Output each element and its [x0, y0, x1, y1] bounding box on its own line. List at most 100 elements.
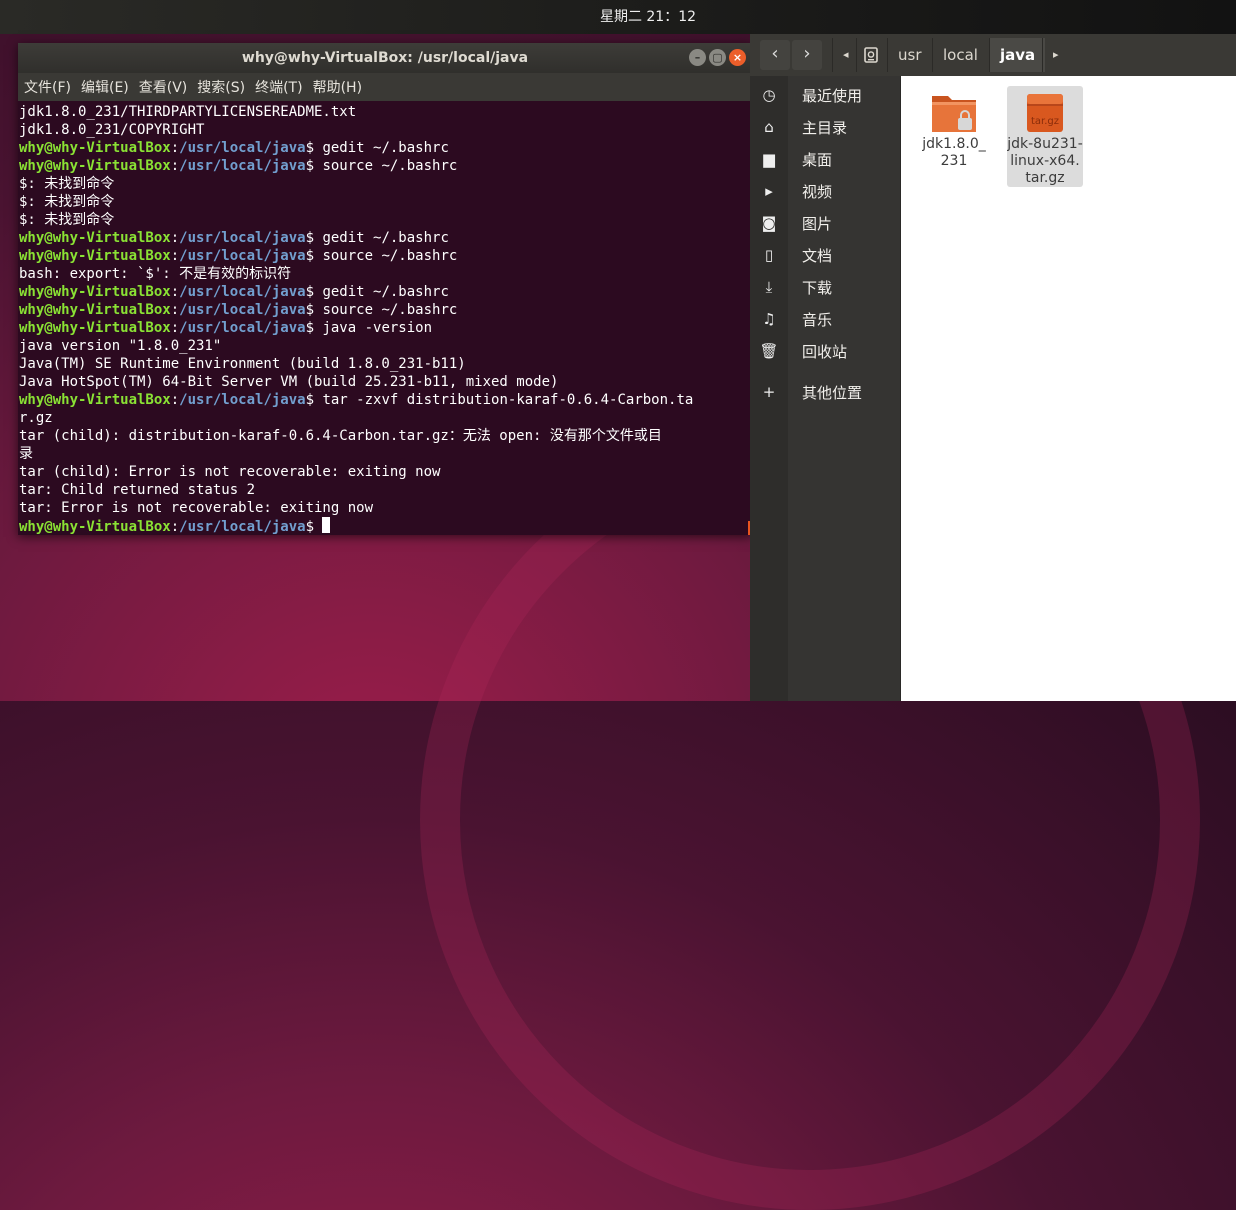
prompt-separator: : [170, 392, 180, 408]
prompt-dollar: $ [305, 248, 323, 264]
terminal-prompt-line: why@why-VirtualBox:/usr/local/java$ gedi… [19, 139, 752, 157]
breadcrumb-java[interactable]: java [989, 38, 1046, 72]
terminal-output-line: $: 未找到命令 [19, 193, 752, 211]
path-left-arrow[interactable]: ◂ [832, 38, 859, 72]
line-text: gedit ~/.bashrc [322, 230, 449, 246]
prompt-separator: : [170, 230, 180, 246]
terminal-output-line: jdk1.8.0_231/THIRDPARTYLICENSEREADME.txt [19, 103, 752, 121]
sidebar-item-videos[interactable]: ▸ 视频 [750, 175, 900, 207]
sidebar-item-downloads[interactable]: ⤓ 下载 [750, 271, 900, 303]
terminal-prompt-line: why@why-VirtualBox:/usr/local/java$ gedi… [19, 283, 752, 301]
prompt-path: /usr/local/java [179, 392, 306, 408]
prompt-user: why@why-VirtualBox [19, 302, 171, 318]
minimize-icon[interactable]: – [689, 49, 706, 66]
terminal-output-line: tar (child): Error is not recoverable: e… [19, 463, 752, 481]
sidebar-item-label: 视频 [802, 182, 833, 201]
terminal-output[interactable]: jdk1.8.0_231/THIRDPARTYLICENSEREADME.txt… [18, 101, 752, 535]
sidebar-item-documents[interactable]: ▯ 文档 [750, 239, 900, 271]
menu-terminal[interactable]: 终端(T) [255, 77, 302, 97]
file-view[interactable]: jdk1.8.0_ 231 tar.gz jdk-8u231- linux-x6… [901, 76, 1236, 701]
sidebar-item-music[interactable]: ♫ 音乐 [750, 303, 900, 335]
prompt-user: why@why-VirtualBox [19, 392, 171, 408]
breadcrumb-usr[interactable]: usr [887, 38, 932, 72]
line-text: Java(TM) SE Runtime Environment (build 1… [19, 356, 466, 372]
pictures-icon: ◙ [761, 214, 777, 232]
menu-file[interactable]: 文件(F) [24, 77, 71, 97]
prompt-dollar: $ [305, 158, 323, 174]
line-text: bash: export: `$': 不是有效的标识符 [19, 266, 292, 282]
prompt-user: why@why-VirtualBox [19, 320, 171, 336]
top-panel: 星期二 21：12 [0, 0, 1236, 34]
prompt-dollar: $ [305, 284, 323, 300]
prompt-separator: : [170, 284, 180, 300]
back-button[interactable]: ‹ [760, 40, 790, 70]
path-right-arrow[interactable]: ▸ [1042, 38, 1069, 72]
prompt-dollar: $ [305, 230, 323, 246]
terminal-output-line: Java(TM) SE Runtime Environment (build 1… [19, 355, 752, 373]
drive-icon[interactable] [856, 38, 885, 72]
line-text: gedit ~/.bashrc [322, 284, 449, 300]
prompt-path: /usr/local/java [179, 519, 306, 535]
line-text: r.gz [19, 410, 53, 426]
sidebar: ◷ 最近使用 ⌂ 主目录 ▆ 桌面 ▸ 视频 ◙ 图片 ▯ 文档 ⤓ 下载 ♫ 音乐 🗑 回收站 … [750, 76, 901, 701]
terminal-window[interactable]: why@why-VirtualBox: /usr/local/java – ▢ … [18, 43, 752, 535]
line-text: tar -zxvf distribution-karaf-0.6.4-Carbo… [322, 392, 694, 408]
terminal-prompt-line: why@why-VirtualBox:/usr/local/java$ java… [19, 319, 752, 337]
menu-search[interactable]: 搜索(S) [197, 77, 245, 97]
terminal-output-line: tar: Error is not recoverable: exiting n… [19, 499, 752, 517]
sidebar-item-pictures[interactable]: ◙ 图片 [750, 207, 900, 239]
terminal-titlebar[interactable]: why@why-VirtualBox: /usr/local/java – ▢ … [18, 43, 752, 73]
terminal-output-line: tar (child): distribution-karaf-0.6.4-Ca… [19, 427, 752, 445]
menu-view[interactable]: 查看(V) [139, 77, 188, 97]
file-manager-window[interactable]: ‹ › ◂ usr local java ▸ ◷ 最近使用 ⌂ 主目录 ▆ 桌面 ▸ 视… [750, 34, 1236, 701]
terminal-output-line: r.gz [19, 409, 752, 427]
sidebar-item-label: 最近使用 [802, 86, 863, 105]
line-text: jdk1.8.0_231/COPYRIGHT [19, 122, 205, 138]
prompt-path: /usr/local/java [179, 302, 306, 318]
prompt-user: why@why-VirtualBox [19, 158, 171, 174]
prompt-dollar: $ [305, 320, 323, 336]
line-text: tar (child): distribution-karaf-0.6.4-Ca… [19, 428, 662, 444]
sidebar-item-label: 下载 [802, 278, 833, 297]
file-item-jdk-folder[interactable]: jdk1.8.0_ 231 [916, 86, 992, 170]
line-text: $: 未找到命令 [19, 212, 115, 228]
maximize-icon[interactable]: ▢ [709, 49, 726, 66]
line-text: source ~/.bashrc [322, 158, 458, 174]
terminal-output-line: $: 未找到命令 [19, 211, 752, 229]
sidebar-item-desktop[interactable]: ▆ 桌面 [750, 143, 900, 175]
sidebar-item-label: 音乐 [802, 310, 833, 329]
plus-icon: + [762, 383, 776, 401]
prompt-path: /usr/local/java [179, 320, 306, 336]
prompt-dollar: $ [305, 392, 323, 408]
line-text: Java HotSpot(TM) 64-Bit Server VM (build… [19, 374, 559, 390]
line-text: tar: Error is not recoverable: exiting n… [19, 500, 374, 516]
sidebar-item-other-locations[interactable]: + 其他位置 [750, 376, 900, 408]
line-text: source ~/.bashrc [322, 302, 458, 318]
file-name-line: linux-x64. [1010, 153, 1080, 169]
menu-edit[interactable]: 编辑(E) [81, 77, 129, 97]
prompt-separator: : [170, 519, 180, 535]
sidebar-item-label: 主目录 [802, 118, 848, 137]
prompt-path: /usr/local/java [179, 140, 306, 156]
music-icon: ♫ [762, 310, 776, 328]
home-icon: ⌂ [764, 118, 774, 136]
line-text: tar (child): Error is not recoverable: e… [19, 464, 441, 480]
prompt-dollar: $ [305, 302, 323, 318]
sidebar-item-label: 其他位置 [802, 383, 863, 402]
menu-help[interactable]: 帮助(H) [313, 77, 362, 97]
clock[interactable]: 星期二 21：12 [0, 0, 1236, 34]
forward-button[interactable]: › [792, 40, 822, 70]
sidebar-item-home[interactable]: ⌂ 主目录 [750, 111, 900, 143]
prompt-user: why@why-VirtualBox [19, 140, 171, 156]
file-item-jdk-archive[interactable]: tar.gz jdk-8u231- linux-x64. tar.gz [1007, 86, 1083, 187]
sidebar-item-trash[interactable]: 🗑 回收站 [750, 335, 900, 367]
breadcrumb-local[interactable]: local [932, 38, 988, 72]
close-icon[interactable]: × [729, 49, 746, 66]
terminal-prompt-line: why@why-VirtualBox:/usr/local/java$ [19, 517, 752, 535]
prompt-path: /usr/local/java [179, 158, 306, 174]
sidebar-item-recent[interactable]: ◷ 最近使用 [750, 79, 900, 111]
window-controls: – ▢ × [689, 49, 746, 66]
prompt-separator: : [170, 320, 180, 336]
prompt-user: why@why-VirtualBox [19, 284, 171, 300]
sidebar-item-label: 图片 [802, 214, 833, 233]
